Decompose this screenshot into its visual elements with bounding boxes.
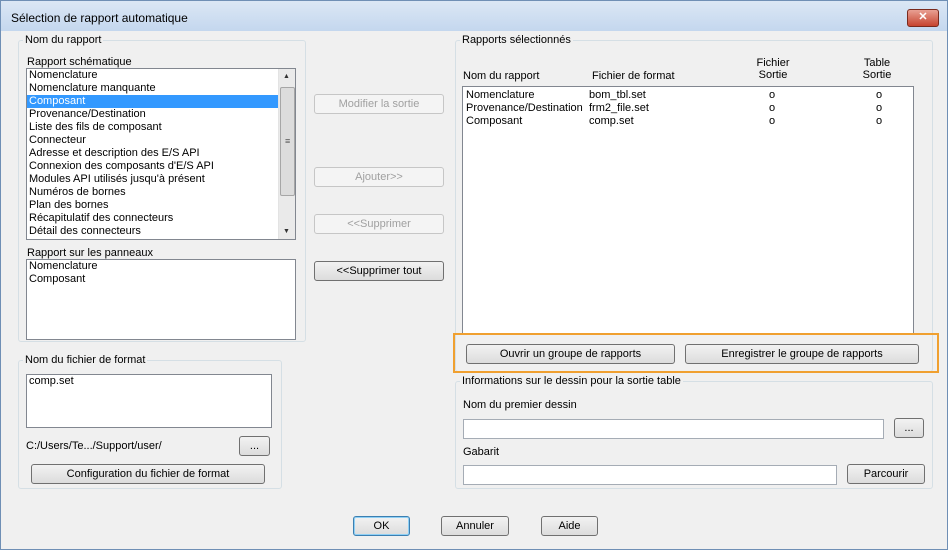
col-table-output-line1: Table xyxy=(863,57,891,69)
first-drawing-label: Nom du premier dessin xyxy=(463,399,577,411)
schematic-list-item[interactable]: Connexion des composants d'E/S API xyxy=(27,160,278,173)
schematic-list-item[interactable]: Modules API utilisés jusqu'à présent xyxy=(27,173,278,186)
col-report-name: Nom du rapport xyxy=(463,70,540,82)
selected-report-format: frm2_file.set xyxy=(589,102,649,114)
first-drawing-browse-button[interactable]: ... xyxy=(894,418,924,438)
schematic-list-item[interactable]: Connecteur xyxy=(27,134,278,147)
close-icon: ✕ xyxy=(918,11,928,23)
title-bar[interactable]: Sélection de rapport automatique ✕ xyxy=(1,1,947,31)
selected-report-row[interactable]: Nomenclature bom_tbl.set o o xyxy=(463,89,913,102)
remove-all-button[interactable]: <<Supprimer tout xyxy=(314,261,444,281)
drawing-info-group-label: Informations sur le dessin pour la sorti… xyxy=(460,375,683,387)
format-file-group-label: Nom du fichier de format xyxy=(23,354,148,366)
template-input[interactable] xyxy=(463,465,837,485)
selected-report-file: o xyxy=(769,89,776,101)
remove-button[interactable]: <<Supprimer xyxy=(314,214,444,234)
col-file-output-line1: Fichier xyxy=(756,57,790,69)
schematic-list-item[interactable]: Plan des bornes xyxy=(27,199,278,212)
selected-report-row[interactable]: Composant comp.set o o xyxy=(463,115,913,128)
col-table-output-line2: Sortie xyxy=(862,69,892,81)
selected-report-table: o xyxy=(876,115,883,127)
panel-report-label: Rapport sur les panneaux xyxy=(27,247,153,259)
schematic-list-item[interactable]: Liste des fils de composant xyxy=(27,121,278,134)
schematic-list-scrollbar[interactable]: ▲ ≡ ▼ xyxy=(278,69,295,239)
selected-report-row[interactable]: Provenance/Destination frm2_file.set o o xyxy=(463,102,913,115)
selected-report-format: bom_tbl.set xyxy=(589,89,646,101)
first-drawing-input[interactable] xyxy=(463,419,884,439)
scroll-thumb[interactable]: ≡ xyxy=(280,87,295,196)
save-report-group-button[interactable]: Enregistrer le groupe de rapports xyxy=(685,344,919,364)
format-config-button[interactable]: Configuration du fichier de format xyxy=(31,464,265,484)
selected-report-name: Nomenclature xyxy=(466,89,535,101)
selected-report-name: Composant xyxy=(466,115,523,127)
panel-report-list[interactable]: Nomenclature Composant xyxy=(26,259,296,340)
selected-report-file: o xyxy=(769,102,776,114)
schematic-list-item[interactable]: Détail des connecteurs xyxy=(27,225,278,238)
template-browse-button[interactable]: Parcourir xyxy=(847,464,925,484)
schematic-list-item[interactable]: Numéros de bornes xyxy=(27,186,278,199)
template-label: Gabarit xyxy=(463,446,500,458)
scroll-down-icon[interactable]: ▼ xyxy=(283,228,290,235)
col-format-file: Fichier de format xyxy=(592,70,675,82)
modify-output-button[interactable]: Modifier la sortie xyxy=(314,94,444,114)
selected-reports-group-label: Rapports sélectionnés xyxy=(460,34,573,46)
cancel-button[interactable]: Annuler xyxy=(441,516,509,536)
schematic-list-item[interactable]: Récapitulatif des connecteurs xyxy=(27,212,278,225)
add-button[interactable]: Ajouter>> xyxy=(314,167,444,187)
format-file-value[interactable]: comp.set xyxy=(27,375,271,388)
format-file-path: C:/Users/Te.../Support/user/ xyxy=(26,440,162,452)
col-file-output-line2: Sortie xyxy=(758,69,788,81)
selected-report-name: Provenance/Destination xyxy=(466,102,583,114)
report-name-group-label: Nom du rapport xyxy=(23,34,104,46)
selected-report-table: o xyxy=(876,89,883,101)
col-table-output: Table Sortie xyxy=(849,57,905,81)
schematic-report-label: Rapport schématique xyxy=(27,56,132,68)
schematic-list-item[interactable]: Nomenclature xyxy=(27,69,278,82)
selected-report-table: o xyxy=(876,102,883,114)
grip-icon: ≡ xyxy=(285,136,291,146)
schematic-list-item[interactable]: Provenance/Destination xyxy=(27,108,278,121)
schematic-list-item[interactable]: Nomenclature manquante xyxy=(27,82,278,95)
panel-list-item[interactable]: Nomenclature xyxy=(27,260,295,273)
format-file-list[interactable]: comp.set xyxy=(26,374,272,428)
scroll-up-icon[interactable]: ▲ xyxy=(283,73,290,80)
close-button[interactable]: ✕ xyxy=(907,9,939,27)
selected-reports-list[interactable]: Nomenclature bom_tbl.set o o Provenance/Dest… xyxy=(462,86,914,334)
schematic-list-item[interactable]: Composant xyxy=(27,95,278,108)
help-button[interactable]: Aide xyxy=(541,516,598,536)
window-title: Sélection de rapport automatique xyxy=(11,11,188,25)
schematic-list-item[interactable]: Adresse et description des E/S API xyxy=(27,147,278,160)
dialog-window: Sélection de rapport automatique ✕ Nom d… xyxy=(0,0,948,550)
schematic-report-list[interactable]: Nomenclature Nomenclature manquante Compos… xyxy=(26,68,296,240)
selected-report-file: o xyxy=(769,115,776,127)
panel-list-item[interactable]: Composant xyxy=(27,273,295,286)
selected-report-format: comp.set xyxy=(589,115,634,127)
ok-button[interactable]: OK xyxy=(353,516,410,536)
open-report-group-button[interactable]: Ouvrir un groupe de rapports xyxy=(466,344,675,364)
col-file-output: Fichier Sortie xyxy=(745,57,801,81)
format-browse-button[interactable]: ... xyxy=(239,436,270,456)
